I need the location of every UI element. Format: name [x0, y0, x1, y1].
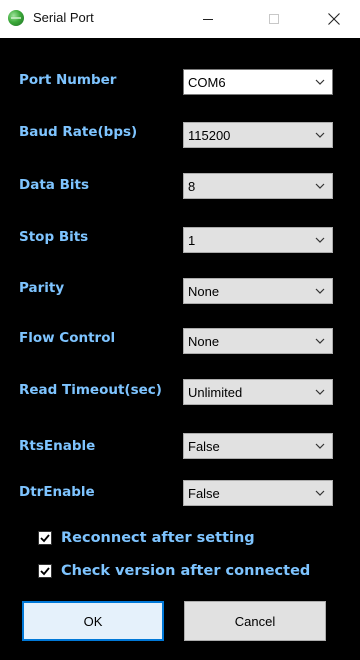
stop-bits-label: Stop Bits [19, 229, 89, 245]
dialog-body: Port Number COM6 Baud Rate(bps) 115200 D… [0, 38, 360, 660]
flow-control-combo[interactable]: None [183, 328, 333, 354]
baud-rate-combo[interactable]: 115200 [183, 122, 333, 148]
flow-control-value: None [188, 334, 220, 349]
minimize-icon [203, 18, 213, 20]
checkmark-icon [40, 567, 50, 576]
rts-enable-value: False [188, 439, 220, 454]
rts-enable-combo[interactable]: False [183, 433, 333, 459]
data-bits-value: 8 [188, 179, 196, 194]
read-timeout-value: Unlimited [188, 385, 243, 400]
port-number-combo[interactable]: COM6 [183, 69, 333, 95]
check-version-checkbox[interactable] [38, 564, 52, 578]
maximize-button [252, 0, 296, 38]
read-timeout-combo[interactable]: Unlimited [183, 379, 333, 405]
cancel-button[interactable]: Cancel [184, 601, 326, 641]
dtr-enable-value: False [188, 486, 220, 501]
globe-app-icon [8, 10, 24, 26]
title-bar: Serial Port [0, 0, 360, 38]
chevron-down-icon [315, 389, 325, 395]
maximize-icon [269, 14, 279, 24]
port-number-label: Port Number [19, 72, 117, 88]
reconnect-checkbox-label: Reconnect after setting [61, 530, 255, 546]
dtr-enable-label: DtrEnable [19, 484, 95, 500]
parity-value: None [188, 284, 220, 299]
chevron-down-icon [315, 183, 325, 189]
reconnect-checkbox-row[interactable]: Reconnect after setting [38, 527, 255, 549]
parity-label: Parity [19, 280, 65, 296]
data-bits-label: Data Bits [19, 177, 89, 193]
port-number-value: COM6 [188, 75, 226, 90]
baud-rate-label: Baud Rate(bps) [19, 124, 138, 140]
read-timeout-label: Read Timeout(sec) [19, 382, 162, 398]
minimize-button[interactable] [186, 0, 230, 38]
dtr-enable-combo[interactable]: False [183, 480, 333, 506]
chevron-down-icon [315, 132, 325, 138]
window-title: Serial Port [33, 10, 94, 25]
close-icon [328, 13, 340, 25]
ok-button[interactable]: OK [22, 601, 164, 641]
chevron-down-icon [315, 237, 325, 243]
chevron-down-icon [315, 490, 325, 496]
checkmark-icon [40, 534, 50, 543]
check-version-checkbox-label: Check version after connected [61, 563, 311, 579]
data-bits-combo[interactable]: 8 [183, 173, 333, 199]
baud-rate-value: 115200 [188, 128, 231, 143]
reconnect-checkbox[interactable] [38, 531, 52, 545]
chevron-down-icon [315, 443, 325, 449]
chevron-down-icon [315, 288, 325, 294]
check-version-checkbox-row[interactable]: Check version after connected [38, 560, 310, 582]
stop-bits-combo[interactable]: 1 [183, 227, 333, 253]
close-button[interactable] [312, 0, 356, 38]
rts-enable-label: RtsEnable [19, 438, 96, 454]
chevron-down-icon [315, 79, 325, 85]
chevron-down-icon [315, 338, 325, 344]
flow-control-label: Flow Control [19, 330, 116, 346]
stop-bits-value: 1 [188, 233, 196, 248]
parity-combo[interactable]: None [183, 278, 333, 304]
